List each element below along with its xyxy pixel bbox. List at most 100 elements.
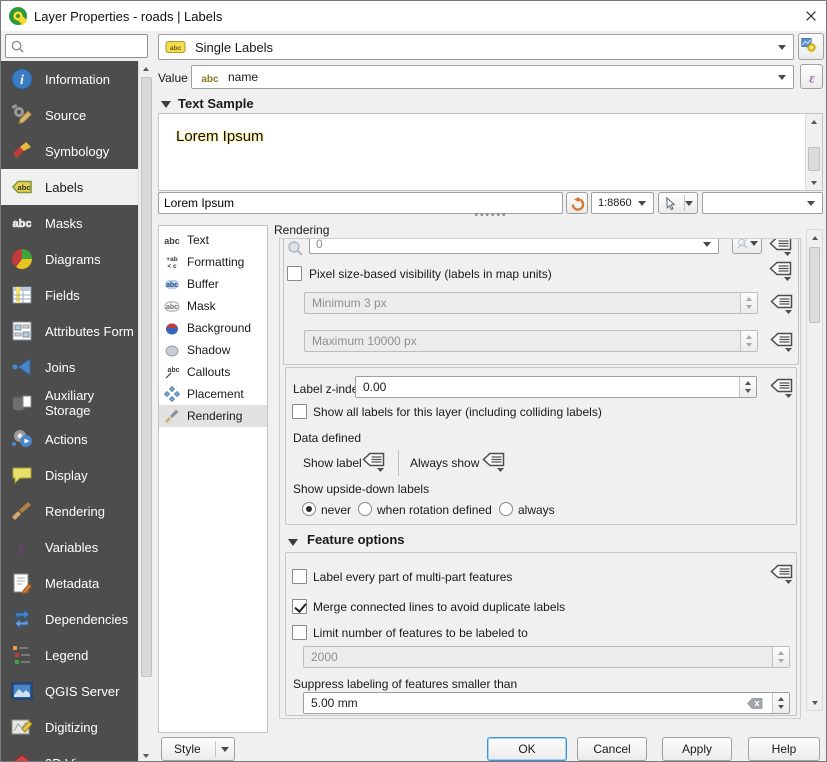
- sidebar-item-symbology[interactable]: Symbology: [1, 133, 138, 169]
- spinner-arrows[interactable]: [772, 693, 789, 713]
- min-pixel-size-spinner[interactable]: Minimum 3 px: [304, 292, 758, 314]
- collapse-triangle-icon[interactable]: [288, 539, 298, 546]
- scrollbar-thumb[interactable]: [141, 77, 152, 677]
- sidebar-item-dependencies[interactable]: Dependencies: [1, 601, 138, 637]
- label-every-part-checkbox[interactable]: [292, 569, 307, 584]
- label-mode-select[interactable]: abc Single Labels: [158, 34, 794, 60]
- data-defined-icon[interactable]: [482, 452, 506, 472]
- scroll-down-icon[interactable]: [807, 695, 822, 710]
- spinner-arrows[interactable]: [740, 293, 757, 313]
- data-defined-icon[interactable]: [770, 564, 794, 584]
- limit-features-spinner[interactable]: 2000: [303, 646, 790, 668]
- layer-properties-dialog: Layer Properties - roads | Labels iInfor…: [0, 0, 827, 762]
- canvas-extent-icon: [736, 238, 749, 250]
- ok-button[interactable]: OK: [487, 737, 567, 761]
- scroll-up-icon[interactable]: [807, 230, 822, 245]
- automated-placement-button[interactable]: [798, 33, 824, 60]
- spinner-arrows[interactable]: [772, 647, 789, 667]
- metadata-icon: [10, 571, 34, 595]
- cancel-button-label: Cancel: [593, 742, 630, 756]
- sidebar-item-metadata[interactable]: Metadata: [1, 565, 138, 601]
- collapse-triangle-icon[interactable]: [161, 101, 171, 108]
- minimum-scale-value: 0: [316, 238, 323, 251]
- tab-background[interactable]: Background: [159, 317, 267, 339]
- max-pixel-size-spinner[interactable]: Maximum 10000 px: [304, 330, 758, 352]
- data-defined-icon[interactable]: [770, 378, 794, 398]
- scrollbar-thumb[interactable]: [809, 247, 820, 323]
- preview-scale-select[interactable]: 1:8860: [591, 192, 654, 214]
- rendering-scrollbar[interactable]: [806, 229, 823, 711]
- reset-sample-button[interactable]: [566, 192, 588, 214]
- tab-text[interactable]: abcText: [159, 229, 267, 251]
- preview-background-select[interactable]: [702, 192, 823, 214]
- data-defined-icon[interactable]: [770, 332, 794, 352]
- sidebar-item-auxiliary-storage[interactable]: Auxiliary Storage: [1, 385, 138, 421]
- sidebar-item-attributes-form[interactable]: Attributes Form: [1, 313, 138, 349]
- scroll-up-icon[interactable]: [806, 114, 822, 129]
- sidebar-item-diagrams[interactable]: Diagrams: [1, 241, 138, 277]
- labels-icon: abc: [10, 175, 34, 199]
- search-input[interactable]: [25, 39, 143, 53]
- tab-shadow[interactable]: Shadow: [159, 339, 267, 361]
- tab-rendering[interactable]: Rendering: [159, 405, 267, 427]
- show-all-labels-label: Show all labels for this layer (includin…: [313, 405, 602, 419]
- tab-label: Placement: [187, 387, 244, 401]
- apply-button[interactable]: Apply: [662, 737, 732, 761]
- close-icon[interactable]: [800, 5, 822, 27]
- sidebar-item-labels[interactable]: abcLabels: [1, 169, 138, 205]
- sidebar-item-display[interactable]: Display: [1, 457, 138, 493]
- suppress-size-spinner[interactable]: 5.00 mm: [303, 692, 790, 714]
- spinner-arrows[interactable]: [740, 331, 757, 351]
- radio-always[interactable]: [499, 502, 513, 516]
- clear-value-icon[interactable]: [746, 697, 765, 710]
- sidebar-item-masks[interactable]: abcMasks: [1, 205, 138, 241]
- label-mode-value: Single Labels: [195, 40, 273, 55]
- scroll-up-icon[interactable]: [139, 61, 153, 76]
- tab-formatting[interactable]: +ab< cFormatting: [159, 251, 267, 273]
- value-field-select[interactable]: abc name: [191, 65, 794, 89]
- expression-epsilon-icon: ε: [804, 69, 820, 85]
- sidebar-item-fields[interactable]: Fields: [1, 277, 138, 313]
- z-index-spinner[interactable]: 0.00: [355, 376, 757, 398]
- pixel-visibility-checkbox[interactable]: [287, 266, 302, 281]
- splitter-handle[interactable]: ••••••: [451, 210, 531, 221]
- merge-connected-lines-checkbox[interactable]: [292, 599, 307, 614]
- sidebar-item-legend[interactable]: Legend: [1, 637, 138, 673]
- sidebar-item-rendering[interactable]: Rendering: [1, 493, 138, 529]
- sidebar-item-source[interactable]: Source: [1, 97, 138, 133]
- sidebar-item-3d-view[interactable]: 3D View: [1, 745, 138, 762]
- sidebar-item-qgis-server[interactable]: QGIS Server: [1, 673, 138, 709]
- sidebar-item-variables[interactable]: εVariables: [1, 529, 138, 565]
- sidebar-item-information[interactable]: iInformation: [1, 61, 138, 97]
- tab-placement[interactable]: Placement: [159, 383, 267, 405]
- data-defined-icon[interactable]: [770, 294, 794, 314]
- set-to-canvas-scale-button[interactable]: [732, 238, 762, 254]
- help-button[interactable]: Help: [748, 737, 820, 761]
- tab-buffer[interactable]: abcBuffer: [159, 273, 267, 295]
- sidebar-scrollbar[interactable]: [138, 61, 153, 762]
- radio-when-rotation-defined[interactable]: [358, 502, 372, 516]
- sidebar-item-joins[interactable]: Joins: [1, 349, 138, 385]
- minimum-scale-select[interactable]: 0: [309, 238, 719, 254]
- sidebar-item-label: Legend: [45, 648, 88, 663]
- sidebar-item-digitizing[interactable]: Digitizing: [1, 709, 138, 745]
- style-button[interactable]: Style: [161, 737, 235, 761]
- data-defined-icon[interactable]: [769, 238, 793, 256]
- expression-builder-button[interactable]: ε: [800, 64, 823, 89]
- map-canvas-scale-button[interactable]: [658, 192, 698, 214]
- spinner-arrows[interactable]: [739, 377, 756, 397]
- cancel-button[interactable]: Cancel: [577, 737, 647, 761]
- sidebar-item-label: Attributes Form: [45, 324, 134, 339]
- scroll-down-icon[interactable]: [139, 748, 153, 762]
- scrollbar-thumb[interactable]: [808, 147, 820, 171]
- data-defined-icon[interactable]: [362, 452, 386, 472]
- scroll-down-icon[interactable]: [806, 175, 822, 190]
- sample-scrollbar[interactable]: [805, 114, 822, 190]
- radio-never[interactable]: [302, 502, 316, 516]
- data-defined-icon[interactable]: [769, 261, 793, 281]
- show-all-labels-checkbox[interactable]: [292, 404, 307, 419]
- limit-features-checkbox[interactable]: [292, 625, 307, 640]
- tab-mask[interactable]: abcMask: [159, 295, 267, 317]
- sidebar-item-actions[interactable]: Actions: [1, 421, 138, 457]
- tab-callouts[interactable]: abcCallouts: [159, 361, 267, 383]
